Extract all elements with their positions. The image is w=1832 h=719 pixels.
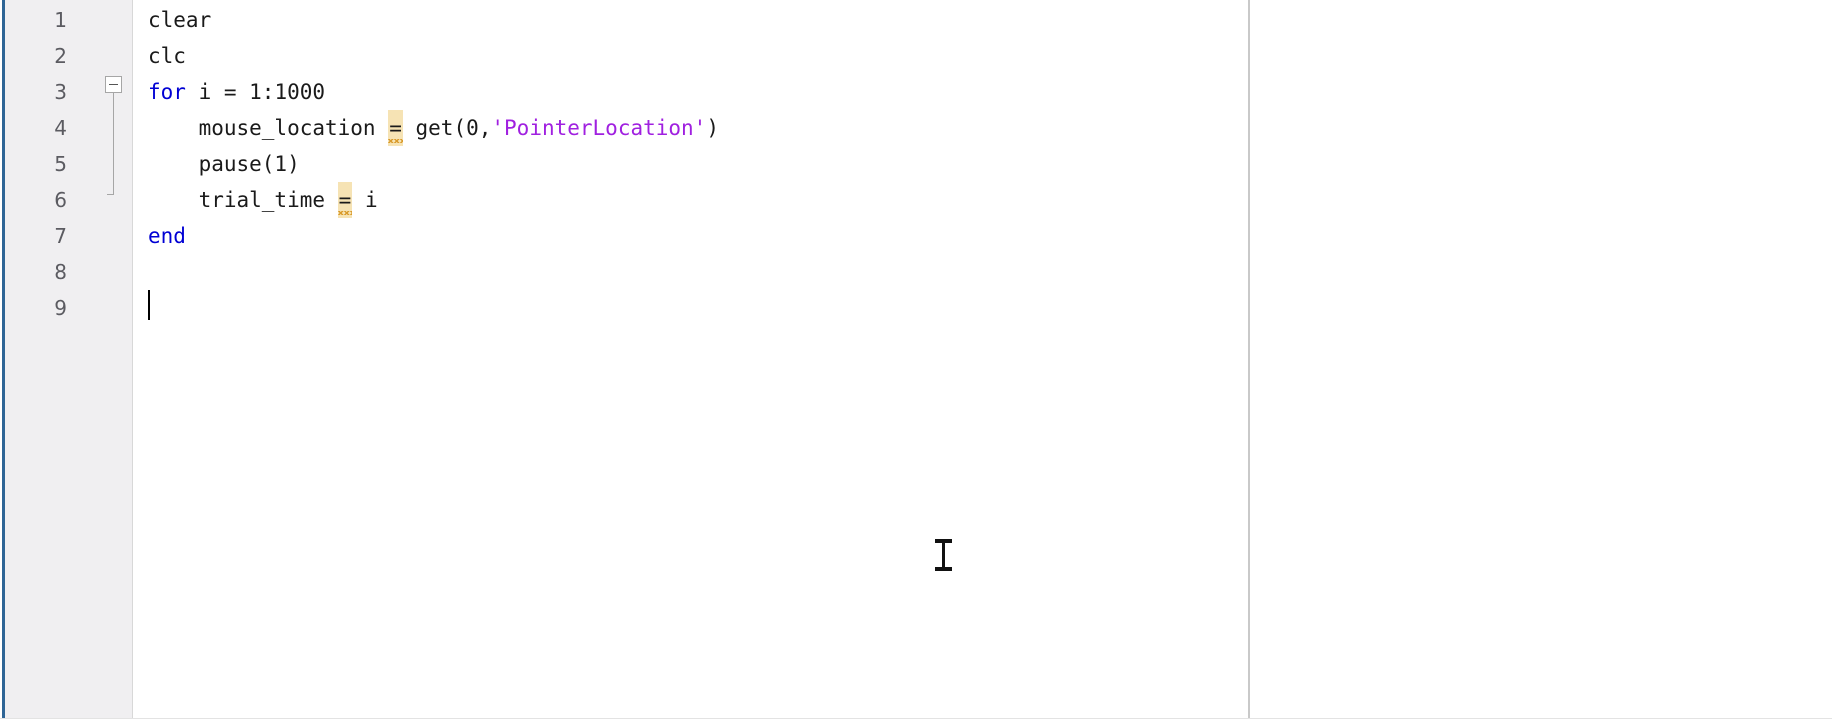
- code-editing-area[interactable]: clear clc for i = 1:1000 mouse_location = …: [134, 0, 1248, 719]
- i-beam-bottom-serif: [935, 567, 952, 571]
- code-line[interactable]: mouse_location = get(0,'PointerLocation'…: [148, 110, 1238, 146]
- code-line[interactable]: for i = 1:1000: [148, 74, 1238, 110]
- code-token-kw: end: [148, 224, 186, 248]
- line-number[interactable]: 3: [5, 74, 73, 110]
- code-fold-range-end: [107, 194, 114, 195]
- line-number-gutter[interactable]: 1 2 3 4 5 6 7 8 9: [5, 0, 133, 719]
- line-number[interactable]: 7: [5, 218, 73, 254]
- text-caret: [148, 290, 150, 320]
- warning-squiggle-icon: [337, 211, 353, 215]
- code-line[interactable]: end: [148, 218, 1238, 254]
- code-fold-column: [101, 0, 133, 719]
- code-line-list: clear clc for i = 1:1000 mouse_location = …: [148, 2, 1238, 326]
- line-number[interactable]: 8: [5, 254, 73, 290]
- line-number[interactable]: 2: [5, 38, 73, 74]
- warning-squiggle-icon: [388, 139, 403, 143]
- assignment-operator-warning[interactable]: =: [388, 110, 403, 146]
- code-line[interactable]: clear: [148, 2, 1238, 38]
- code-token-plain: i = 1:1000: [185, 80, 326, 104]
- line-number[interactable]: 5: [5, 146, 73, 182]
- line-number[interactable]: 9: [5, 290, 73, 326]
- mouse-pointer-i-beam-icon: [933, 538, 955, 572]
- code-line[interactable]: [148, 290, 1238, 326]
- minus-icon: [109, 84, 118, 85]
- code-line[interactable]: clc: [148, 38, 1238, 74]
- code-token-plain: mouse_location: [148, 116, 389, 140]
- code-line[interactable]: trial_time = i: [148, 182, 1238, 218]
- line-number[interactable]: 4: [5, 110, 73, 146]
- adjacent-empty-panel[interactable]: [1250, 0, 1832, 719]
- i-beam-stem: [942, 541, 945, 569]
- code-token-str: 'PointerLocation': [491, 116, 707, 140]
- code-token-plain: trial_time: [148, 188, 338, 212]
- code-token-plain: get(0,: [402, 116, 492, 140]
- code-fold-range-line: [113, 93, 114, 195]
- code-fold-collapse-icon[interactable]: [105, 76, 122, 93]
- line-number[interactable]: 1: [5, 2, 73, 38]
- assignment-operator-warning[interactable]: =: [337, 182, 353, 218]
- matlab-editor-window: 1 2 3 4 5 6 7 8 9 clear clc for i = 1:1000…: [0, 0, 1832, 719]
- code-token-plain: clc: [148, 44, 186, 68]
- code-token-plain: i: [352, 188, 378, 212]
- line-number[interactable]: 6: [5, 182, 73, 218]
- line-number-list: 1 2 3 4 5 6 7 8 9: [5, 0, 73, 326]
- code-token-kw: for: [148, 80, 186, 104]
- code-line[interactable]: [148, 254, 1238, 290]
- code-token-plain: ): [706, 116, 719, 140]
- code-token-plain: pause(1): [148, 152, 300, 176]
- code-line[interactable]: pause(1): [148, 146, 1238, 182]
- code-token-plain: clear: [148, 8, 212, 32]
